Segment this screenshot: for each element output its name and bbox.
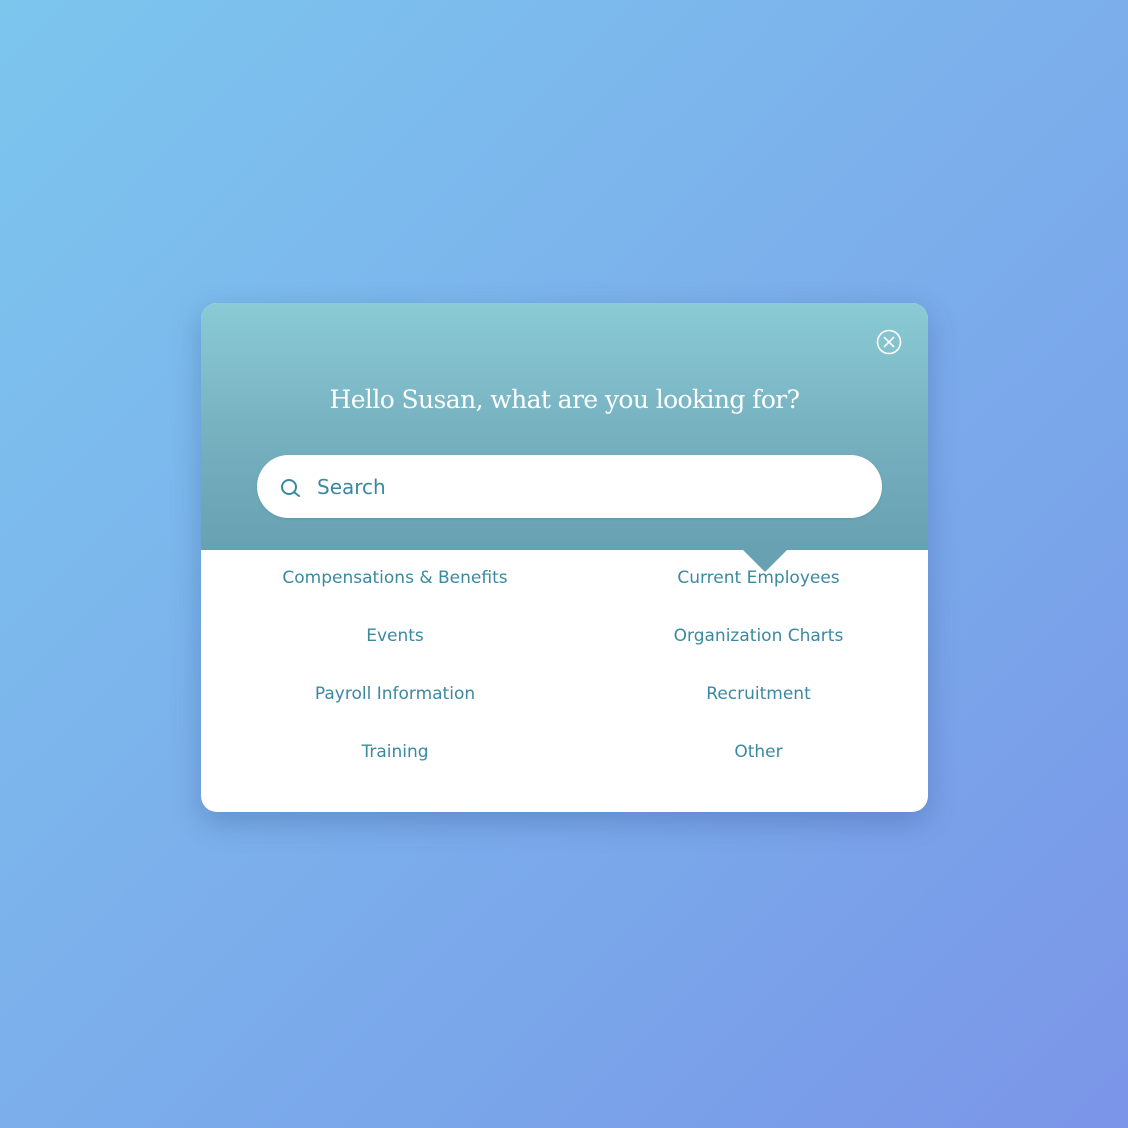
- option-compensations-benefits[interactable]: Compensations & Benefits: [201, 566, 589, 624]
- option-payroll-information[interactable]: Payroll Information: [201, 682, 589, 740]
- option-training[interactable]: Training: [201, 740, 589, 798]
- search-bar[interactable]: [257, 455, 882, 518]
- option-recruitment[interactable]: Recruitment: [589, 682, 928, 740]
- category-options: Compensations & Benefits Current Employe…: [201, 566, 928, 798]
- search-input[interactable]: [317, 455, 857, 518]
- option-organization-charts[interactable]: Organization Charts: [589, 624, 928, 682]
- search-icon: [281, 479, 300, 497]
- search-dialog: Hello Susan, what are you looking for? C…: [201, 303, 928, 812]
- option-events[interactable]: Events: [201, 624, 589, 682]
- close-circle-icon[interactable]: [876, 329, 902, 355]
- dialog-header: Hello Susan, what are you looking for?: [201, 303, 928, 550]
- close-button[interactable]: [876, 329, 902, 355]
- option-other[interactable]: Other: [589, 740, 928, 798]
- option-current-employees[interactable]: Current Employees: [589, 566, 928, 624]
- greeting-title: Hello Susan, what are you looking for?: [329, 385, 801, 414]
